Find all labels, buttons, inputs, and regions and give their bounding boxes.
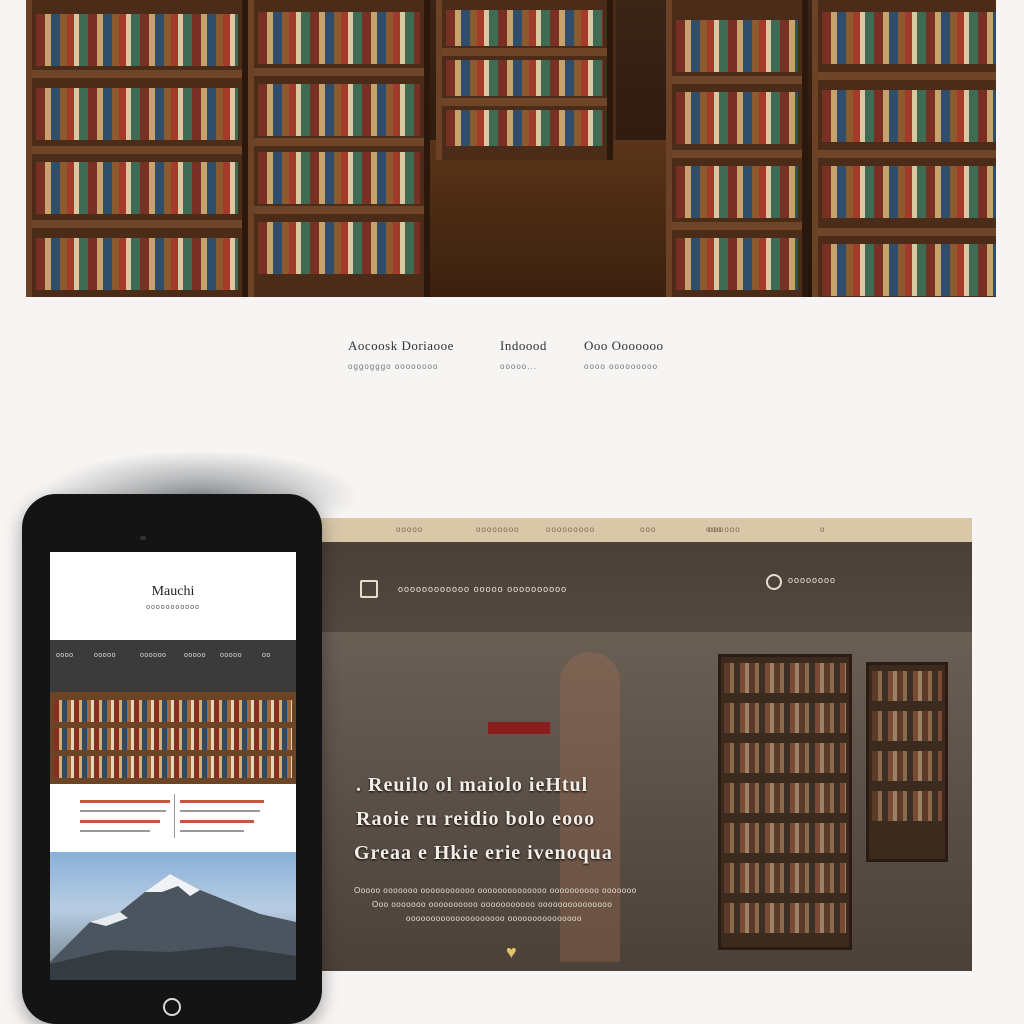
red-sign — [488, 722, 550, 734]
phone-nav-item[interactable]: ooooo — [220, 652, 242, 659]
caption-subtitle: oggogggo oooooooo — [348, 362, 439, 371]
hero-body-line: Ooo ooooooo oooooooooo ooooooooooo ooooo… — [372, 900, 613, 909]
hero-heading-line-2: Raoie ru reidio bolo eooo — [356, 808, 596, 830]
bookshelf-left — [26, 0, 248, 297]
bookshelf-banner-image — [26, 0, 996, 297]
phone-nav-item[interactable]: oooo — [56, 652, 74, 659]
phone-speaker — [140, 536, 146, 540]
site-nav-item[interactable]: ooooooooo — [546, 525, 595, 534]
phone-screen: Mauchi ooooooooooo oooo ooooo oooooo ooo… — [50, 552, 296, 980]
website-mockup: ooooo oooooooo ooooooooo ooo ooo oooooo … — [320, 518, 972, 971]
site-topbar-text: oooooooooooo ooooo oooooooooo — [398, 584, 568, 594]
site-bookshelf — [866, 662, 948, 862]
phone-site-subtitle: ooooooooooo — [146, 604, 200, 611]
site-nav-item[interactable]: ooo — [640, 525, 656, 534]
bookshelf-back — [436, 0, 613, 160]
search-label: oooooooo — [788, 575, 837, 585]
caption-subtitle: ooooo... — [500, 362, 537, 371]
wooden-floor — [386, 140, 706, 297]
phone-bookshelf-image — [50, 692, 296, 784]
site-nav-item[interactable]: ooooo — [396, 525, 423, 534]
hero-body-line: oooooooooooooooooooo ooooooooooooooo — [406, 914, 582, 923]
hero-body-line: Ooooo ooooooo ooooooooooo oooooooooooooo… — [354, 886, 637, 895]
phone-site-title: Mauchi — [151, 584, 195, 599]
home-button-icon[interactable] — [163, 998, 181, 1016]
phone-text-columns — [50, 784, 296, 852]
site-nav-item[interactable]: o — [820, 525, 825, 534]
search-icon[interactable] — [766, 574, 782, 590]
hero-heading-line-3: Greaa e Hkie erie ivenoqua — [354, 842, 613, 864]
phone-nav-item[interactable]: oooooo — [140, 652, 166, 659]
caption-subtitle: oooo ooooooooo — [584, 362, 659, 371]
caption-item-1: Aocoosk Doriaooe oggogggo oooooooo — [348, 338, 454, 371]
phone-mountain-image — [50, 852, 296, 980]
phone-header: Mauchi ooooooooooo — [50, 552, 296, 640]
caption-item-3: Ooo Ooooooo oooo ooooooooo — [584, 338, 664, 371]
heart-icon[interactable]: ♥ — [506, 942, 517, 963]
book-icon[interactable] — [360, 580, 378, 598]
site-hero: oooooooooooo ooooo oooooooooo oooooooo .… — [320, 542, 972, 971]
phone-nav-item[interactable]: oo — [262, 652, 271, 659]
caption-title: Indoood — [500, 338, 547, 353]
caption-title: Ooo Ooooooo — [584, 338, 664, 353]
site-search[interactable]: oooooooo — [766, 572, 856, 590]
caption-item-2: Indoood ooooo... — [500, 338, 547, 371]
bookshelf-right — [812, 0, 996, 297]
bookshelf-center-left — [248, 0, 430, 297]
site-nav-item[interactable]: oooooooo — [476, 525, 520, 534]
bookshelf-center-right — [666, 0, 808, 297]
site-nav-bar: ooooo oooooooo ooooooooo ooo ooo oooooo … — [320, 518, 972, 542]
phone-nav-item[interactable]: ooooo — [94, 652, 116, 659]
site-nav-item[interactable]: oooooo — [708, 525, 741, 534]
caption-title: Aocoosk Doriaooe — [348, 338, 454, 353]
phone-nav-bar: oooo ooooo oooooo ooooo ooooo oo — [50, 640, 296, 692]
phone-nav-item[interactable]: ooooo — [184, 652, 206, 659]
site-bookshelf — [718, 654, 852, 950]
hero-heading-line-1: . Reuilo ol maiolo ieHtul — [356, 774, 589, 796]
